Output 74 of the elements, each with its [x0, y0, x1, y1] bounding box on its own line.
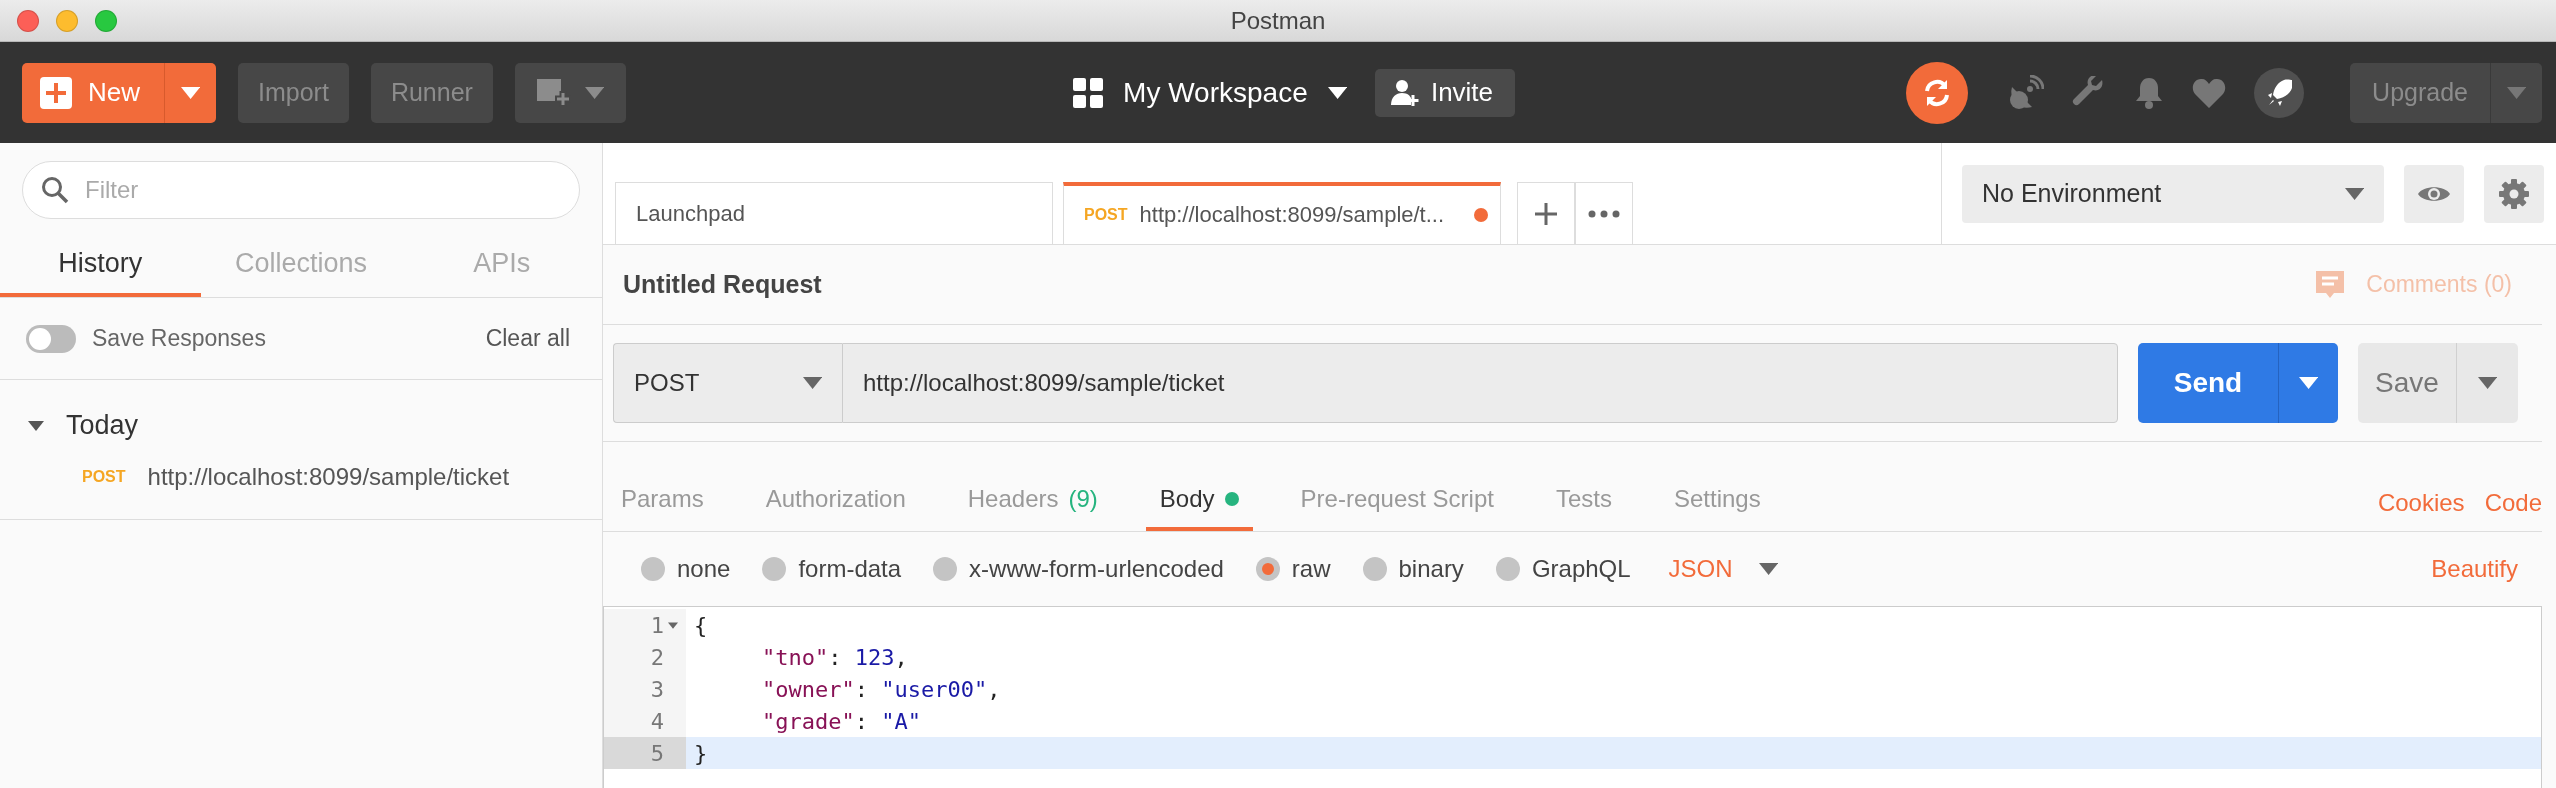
caret-icon [584, 86, 605, 99]
filter-field[interactable]: Filter [22, 161, 580, 219]
send-button[interactable]: Send [2138, 343, 2278, 423]
code-line: } [693, 740, 708, 766]
caret-icon [2506, 86, 2527, 99]
history-group-header[interactable]: Today [0, 380, 167, 449]
method-label: POST [1084, 206, 1128, 224]
save-dropdown-button[interactable] [2456, 343, 2518, 423]
line-number: 2 [650, 644, 664, 670]
satellite-icon[interactable] [2008, 74, 2045, 111]
body-type-option[interactable]: none [641, 555, 731, 583]
line-number: 1 [650, 612, 664, 638]
request-tab[interactable]: Launchpad [615, 182, 1053, 244]
more-button[interactable] [1575, 182, 1633, 244]
code-line: "owner": "user00", [761, 676, 1001, 702]
line-number: 4 [650, 708, 664, 734]
window-title: Postman [1230, 6, 1326, 34]
close-window-button[interactable] [17, 9, 39, 32]
zoom-window-button[interactable] [95, 9, 117, 32]
grid-icon [1073, 77, 1104, 108]
eye-button[interactable] [2404, 164, 2464, 223]
method-select[interactable]: POST [613, 343, 842, 423]
caret-icon [28, 419, 44, 432]
filter-input[interactable]: Filter [83, 175, 561, 205]
code-editor[interactable]: 1 { 2 "tno": 123, 3 "owner": "user00", 4 "grade": "A" 5 } [603, 606, 2542, 788]
code-line: { [693, 612, 708, 638]
new-dropdown-button[interactable] [164, 62, 216, 123]
code-line: "grade": "A" [761, 708, 921, 734]
body-type-option[interactable]: x-www-form-urlencoded [933, 555, 1224, 583]
url-input[interactable]: http://localhost:8099/sample/ticket [842, 343, 2118, 423]
settings-button[interactable] [2484, 164, 2544, 223]
bell-icon[interactable] [2134, 75, 2165, 110]
fold-caret-icon [668, 621, 678, 629]
save-button[interactable]: Save [2358, 343, 2456, 423]
user-plus-icon [1390, 78, 1419, 107]
body-type-option[interactable]: raw [1255, 555, 1331, 583]
caret-icon [802, 377, 822, 389]
workspace-dropdown[interactable]: My Workspace [1067, 75, 1353, 110]
history-item[interactable]: POST http://localhost:8099/sample/ticket [0, 449, 602, 520]
search-icon [41, 176, 69, 204]
caret-icon [2344, 187, 2364, 200]
environment-select[interactable]: No Environment [1962, 164, 2384, 223]
code-line: "tno": 123, [761, 644, 908, 670]
save-responses-toggle[interactable] [26, 324, 76, 353]
new-window-button[interactable] [514, 62, 627, 123]
line-number: 3 [650, 676, 664, 702]
section-tab[interactable]: Body [1145, 471, 1253, 531]
clear-all-button[interactable]: Clear all [479, 324, 576, 353]
caret-icon [1758, 563, 1778, 575]
caret-icon [2298, 377, 2319, 389]
more-icon [1588, 209, 1620, 218]
line-number: 5 [650, 740, 664, 766]
settings-icon [2498, 177, 2530, 210]
body-type-option[interactable]: binary [1362, 555, 1464, 583]
plus-icon [1534, 201, 1558, 226]
status-dot [1224, 492, 1239, 506]
caret-icon [180, 86, 201, 99]
save-responses-label: Save Responses [92, 325, 266, 352]
request-title: Untitled Request [623, 270, 822, 299]
add-tab-button[interactable] [1517, 182, 1575, 244]
sidebar-tab[interactable]: History [0, 233, 201, 297]
request-tab[interactable]: POST http://localhost:8099/sample/t... [1063, 182, 1501, 244]
heart-icon[interactable] [2192, 77, 2227, 108]
send-dropdown-button[interactable] [2278, 343, 2338, 423]
caret-icon [1327, 86, 1347, 99]
request-url: http://localhost:8099/sample/ticket [147, 463, 510, 491]
invite-button[interactable]: Invite [1374, 68, 1516, 117]
body-type-option[interactable]: form-data [762, 555, 902, 583]
unsaved-dot [1474, 208, 1488, 222]
body-type-option[interactable]: GraphQL [1495, 555, 1631, 583]
caret-icon [2477, 377, 2498, 389]
plus-icon [40, 76, 72, 109]
method-label: POST [82, 468, 126, 486]
rocket-icon [2266, 77, 2293, 108]
